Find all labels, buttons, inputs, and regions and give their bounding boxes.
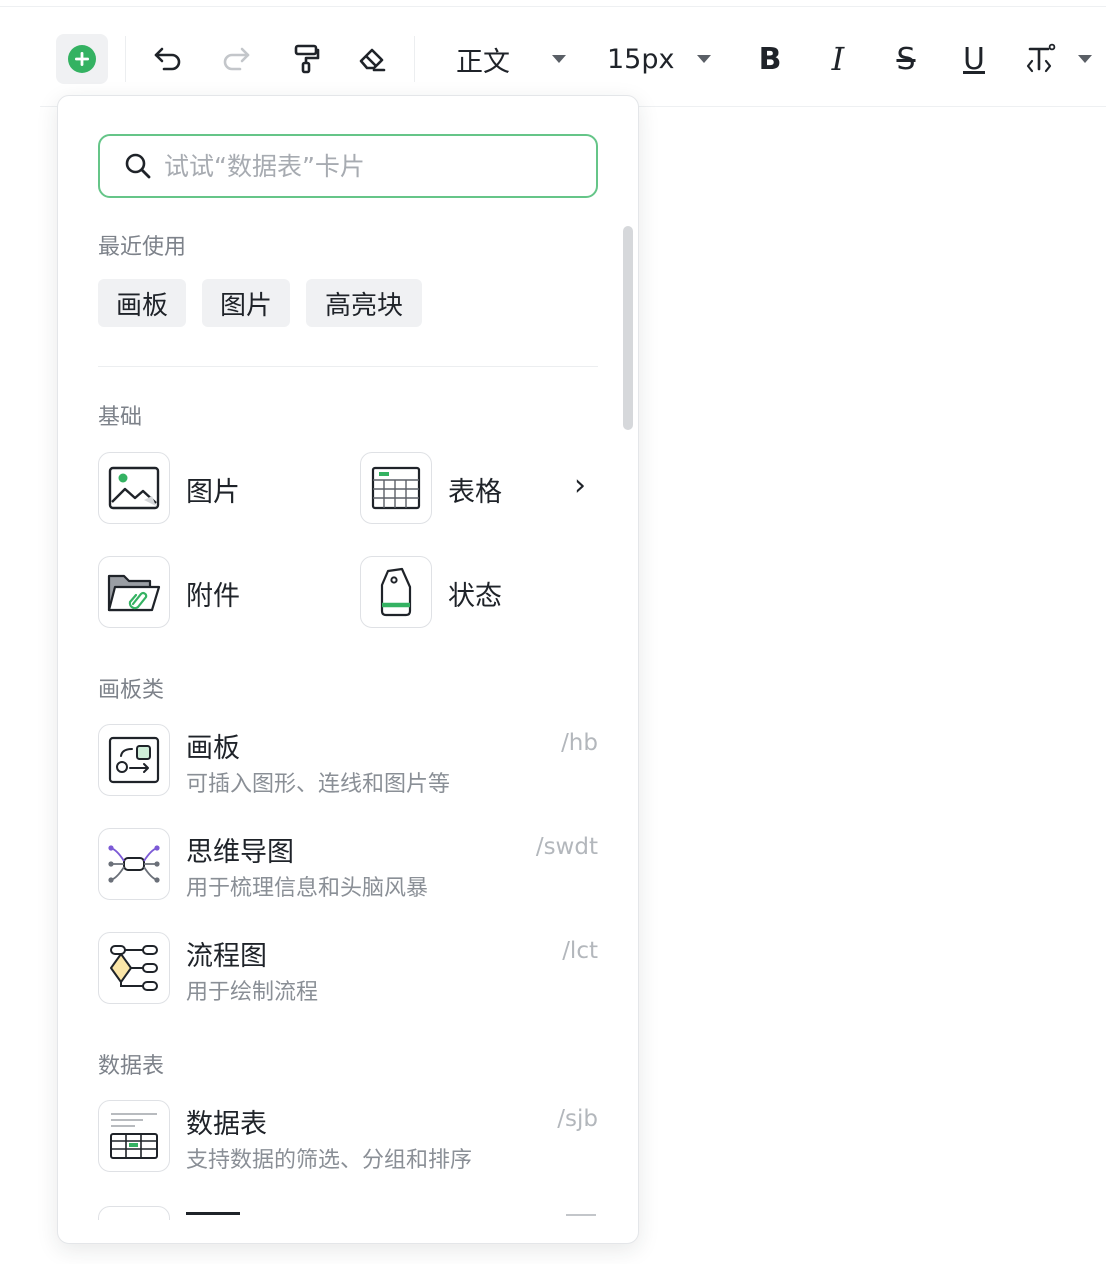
flowchart-item-shortcut: /lct — [562, 938, 598, 964]
search-icon — [125, 153, 151, 179]
bold-button[interactable]: B — [752, 30, 788, 88]
caret-down-icon — [697, 55, 711, 63]
basic-attachment-item[interactable] — [98, 556, 170, 628]
recent-chip-callout[interactable]: 高亮块 — [306, 279, 422, 327]
clipped-item-title — [186, 1212, 240, 1215]
paragraph-style-dropdown[interactable]: 正文 — [456, 30, 566, 88]
datatable-item-shortcut: /sjb — [557, 1106, 598, 1132]
text-format-dropdown[interactable] — [1026, 30, 1092, 88]
datatable-item-title: 数据表 — [186, 1109, 267, 1140]
recent-section-title: 最近使用 — [98, 235, 187, 260]
basic-image-item[interactable] — [98, 452, 170, 524]
strikethrough-button[interactable]: S — [888, 30, 924, 88]
mindmap-item-desc: 用于梳理信息和头脑风暴 — [186, 876, 429, 901]
datatable-icon — [110, 1113, 158, 1159]
basic-status-label: 状态 — [448, 581, 502, 612]
basic-table-label: 表格 — [448, 477, 502, 508]
format-painter-button[interactable] — [286, 30, 326, 88]
recent-chip-image[interactable]: 图片 — [202, 279, 290, 327]
font-size-value: 15px — [607, 43, 675, 75]
table-icon — [371, 466, 421, 510]
paragraph-style-value: 正文 — [456, 46, 510, 78]
chevron-right-icon[interactable]: › — [574, 468, 586, 503]
redo-button[interactable] — [216, 30, 256, 88]
top-divider — [0, 6, 1106, 7]
clipped-item-shortcut — [566, 1214, 596, 1216]
caret-down-icon — [1078, 55, 1092, 63]
datatable-item-desc: 支持数据的筛选、分组和排序 — [186, 1148, 473, 1173]
basic-attachment-label: 附件 — [186, 581, 240, 612]
insert-block-button[interactable] — [56, 34, 108, 84]
clipped-item-icon-box — [98, 1206, 170, 1220]
undo-icon — [154, 47, 181, 71]
image-icon — [108, 466, 160, 510]
italic-button[interactable]: I — [820, 30, 856, 88]
mindmap-icon — [108, 845, 160, 883]
text-style-icon — [1026, 43, 1056, 73]
toolbar-separator — [125, 36, 126, 82]
basic-image-label: 图片 — [186, 477, 240, 508]
basic-status-item[interactable] — [360, 556, 432, 628]
mindmap-item-icon-box — [98, 828, 170, 900]
board-section-title: 画板类 — [98, 678, 165, 703]
basic-table-item[interactable] — [360, 452, 432, 524]
clear-format-button[interactable] — [352, 30, 392, 88]
mindmap-item-shortcut: /swdt — [535, 834, 598, 860]
folder-attachment-icon — [107, 574, 161, 612]
recent-chip-board[interactable]: 画板 — [98, 279, 186, 327]
caret-down-icon — [552, 55, 566, 63]
board-item-title: 画板 — [186, 733, 240, 764]
flowchart-item-desc: 用于绘制流程 — [186, 980, 319, 1005]
datatable-item-icon-box — [98, 1100, 170, 1172]
search-input[interactable] — [164, 151, 564, 181]
flowchart-icon — [110, 945, 158, 991]
section-divider — [98, 366, 598, 367]
editor-toolbar: 正文 15px B I S U — [0, 30, 1106, 88]
basic-section-title: 基础 — [98, 405, 143, 430]
toolbar-separator — [414, 36, 415, 82]
font-size-dropdown[interactable]: 15px — [607, 30, 711, 88]
plus-circle-icon — [68, 45, 96, 73]
redo-icon — [223, 47, 250, 71]
mindmap-item-title: 思维导图 — [186, 837, 294, 868]
whiteboard-icon — [108, 736, 160, 784]
tag-icon — [380, 567, 412, 617]
undo-button[interactable] — [148, 30, 188, 88]
insert-block-panel: 最近使用 画板 图片 高亮块 基础 图片 表格 › 附件 — [57, 95, 639, 1244]
format-painter-icon — [294, 44, 320, 74]
clipped-next-item[interactable] — [58, 1206, 638, 1220]
search-box[interactable] — [98, 134, 598, 198]
underline-button[interactable]: U — [956, 30, 992, 88]
board-item-icon-box — [98, 724, 170, 796]
datatable-section-title: 数据表 — [98, 1054, 165, 1079]
flowchart-item-icon-box — [98, 932, 170, 1004]
board-item-shortcut: /hb — [561, 730, 598, 756]
eraser-icon — [359, 48, 386, 72]
board-item-desc: 可插入图形、连线和图片等 — [186, 772, 451, 797]
panel-scrollbar[interactable] — [623, 226, 633, 430]
flowchart-item-title: 流程图 — [186, 941, 267, 972]
